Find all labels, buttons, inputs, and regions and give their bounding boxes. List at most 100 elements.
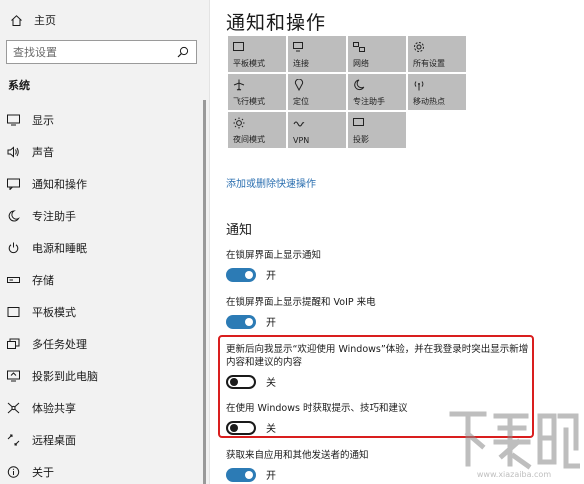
quick-action-label: VPN <box>293 136 310 145</box>
sidebar-item-label: 远程桌面 <box>32 434 76 447</box>
sidebar-nav: 显示 声音 通知和操作 专注助手 电源和睡眠 存储 平板模式 多任务处理 投影到… <box>0 104 200 484</box>
sidebar-item-multitasking[interactable]: 多任务处理 <box>0 328 200 360</box>
location-icon <box>293 78 342 92</box>
sidebar-item-label: 关于 <box>32 466 54 479</box>
toggle-knob <box>245 317 253 326</box>
quick-action-label: 移动热点 <box>413 97 445 106</box>
sidebar-item-shared-experiences[interactable]: 体验共享 <box>0 392 200 424</box>
sidebar-item-label: 体验共享 <box>32 402 76 415</box>
quick-action-label: 定位 <box>293 97 309 106</box>
quick-action-tile[interactable]: 定位 <box>288 74 346 110</box>
quick-action-tile[interactable]: 移动热点 <box>408 74 466 110</box>
sidebar-item-storage[interactable]: 存储 <box>0 264 200 296</box>
quick-action-tile[interactable]: 平板模式 <box>228 36 286 72</box>
sidebar-item-tablet-mode[interactable]: 平板模式 <box>0 296 200 328</box>
toggle-knob <box>245 470 253 479</box>
option-label: 获取来自应用和其他发送者的通知 <box>226 450 369 461</box>
sidebar-item-label: 电源和睡眠 <box>32 242 87 255</box>
quick-action-label: 所有设置 <box>413 59 445 68</box>
toggle-state: 开 <box>266 318 276 329</box>
tablet-icon <box>6 305 20 319</box>
storage-icon <box>6 273 20 287</box>
sidebar-scrollbar[interactable] <box>203 100 206 484</box>
project-icon <box>6 369 20 383</box>
sidebar-item-sound[interactable]: 声音 <box>0 136 200 168</box>
option-label: 在锁屏界面上显示提醒和 VoIP 来电 <box>226 297 376 308</box>
sidebar-item-power-sleep[interactable]: 电源和睡眠 <box>0 232 200 264</box>
power-icon <box>6 241 20 255</box>
toggle-state: 开 <box>266 471 276 482</box>
sidebar-item-label: 专注助手 <box>32 210 76 223</box>
sidebar-item-label: 平板模式 <box>32 306 76 319</box>
edit-quick-actions-link[interactable]: 添加或删除快速操作 <box>226 175 316 190</box>
search-input[interactable] <box>13 45 176 59</box>
sidebar-item-label: 声音 <box>32 146 54 159</box>
quick-action-tile[interactable]: 投影 <box>348 112 406 148</box>
gear-icon <box>413 40 462 54</box>
quick-action-tile[interactable]: 飞行模式 <box>228 74 286 110</box>
app-notifications-toggle[interactable] <box>226 467 256 482</box>
search-icon[interactable] <box>176 45 190 59</box>
lock-screen-notifications-toggle[interactable] <box>226 267 256 282</box>
quick-actions-grid: 平板模式 连接 网络 所有设置 飞行模式 定位 专注助手 移动热点 夜间模式 V… <box>228 36 530 148</box>
quick-action-tile[interactable]: 网络 <box>348 36 406 72</box>
toggle-row: 开 <box>226 467 276 482</box>
quick-action-label: 专注助手 <box>353 97 385 106</box>
quick-action-label: 飞行模式 <box>233 97 265 106</box>
toggle-row: 开 <box>226 267 276 282</box>
connect-icon <box>293 40 342 54</box>
project-icon <box>353 116 402 130</box>
watermark-logo: www.xiazaiba.com <box>448 406 581 480</box>
sidebar-item-label: 多任务处理 <box>32 338 87 351</box>
search-box[interactable] <box>6 40 197 64</box>
sidebar-item-label: 通知和操作 <box>32 178 87 191</box>
quick-action-tile[interactable]: 所有设置 <box>408 36 466 72</box>
quick-action-tile[interactable]: 专注助手 <box>348 74 406 110</box>
info-icon <box>6 465 20 479</box>
share-icon <box>6 401 20 415</box>
remote-desktop-icon <box>6 433 20 447</box>
section-label: 系统 <box>8 79 30 92</box>
sidebar-item-label: 投影到此电脑 <box>32 370 98 383</box>
home-icon <box>8 14 24 27</box>
quick-action-label: 连接 <box>293 59 309 68</box>
sidebar-item-project[interactable]: 投影到此电脑 <box>0 360 200 392</box>
lock-screen-reminders-toggle[interactable] <box>226 314 256 329</box>
sidebar: 主页 系统 显示 声音 通知和操作 专注助手 电源和睡眠 <box>0 0 210 484</box>
quick-action-label: 夜间模式 <box>233 135 265 144</box>
quick-action-label: 网络 <box>353 59 369 68</box>
sidebar-item-display[interactable]: 显示 <box>0 104 200 136</box>
monitor-icon <box>6 113 20 127</box>
sidebar-item-about[interactable]: 关于 <box>0 456 200 484</box>
home-nav[interactable]: 主页 <box>8 11 56 29</box>
multitask-icon <box>6 337 20 351</box>
tablet-icon <box>233 40 282 54</box>
sidebar-item-notifications[interactable]: 通知和操作 <box>0 168 200 200</box>
moon-icon <box>353 78 402 92</box>
home-label: 主页 <box>34 14 56 27</box>
sidebar-item-label: 存储 <box>32 274 54 287</box>
page-title: 通知和操作 <box>226 12 327 34</box>
vpn-icon <box>293 116 342 130</box>
svg-text:www.xiazaiba.com: www.xiazaiba.com <box>477 470 551 479</box>
brightness-icon <box>233 116 282 130</box>
toggle-row: 开 <box>226 314 276 329</box>
toggle-knob <box>245 270 253 279</box>
quick-action-label: 平板模式 <box>233 59 265 68</box>
notification-icon <box>6 177 20 191</box>
quick-action-tile[interactable]: VPN <box>288 112 346 148</box>
notifications-heading: 通知 <box>226 223 253 238</box>
quick-action-label: 投影 <box>353 135 369 144</box>
speaker-icon <box>6 145 20 159</box>
hotspot-icon <box>413 78 462 92</box>
moon-icon <box>6 209 20 223</box>
option-label: 在锁屏界面上显示通知 <box>226 250 322 261</box>
toggle-state: 开 <box>266 271 276 282</box>
quick-action-tile[interactable]: 连接 <box>288 36 346 72</box>
quick-action-tile[interactable]: 夜间模式 <box>228 112 286 148</box>
airplane-icon <box>233 78 282 92</box>
sidebar-item-label: 显示 <box>32 114 54 127</box>
sidebar-item-focus-assist[interactable]: 专注助手 <box>0 200 200 232</box>
sidebar-item-remote-desktop[interactable]: 远程桌面 <box>0 424 200 456</box>
network-icon <box>353 40 402 54</box>
